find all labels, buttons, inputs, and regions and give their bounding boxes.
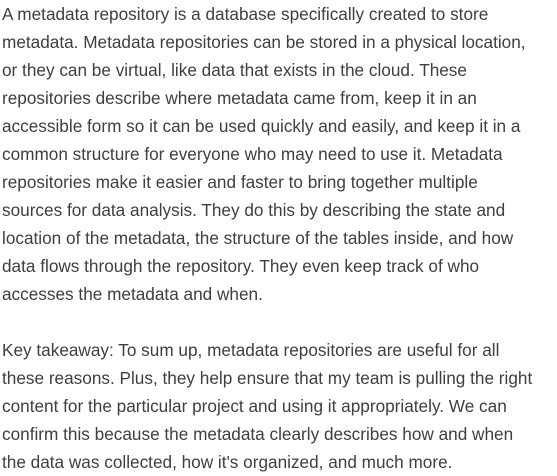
text-line: these reasons. Plus, they help ensure th… xyxy=(2,368,533,388)
text-line: content for the particular project and u… xyxy=(2,396,507,416)
text-line: Key takeaway: To sum up, metadata reposi… xyxy=(2,340,500,360)
text-line: the data was collected, how it's organiz… xyxy=(2,452,453,472)
text-line: repositories make it easier and faster t… xyxy=(2,172,478,192)
text-line: repositories describe where metadata cam… xyxy=(2,88,477,108)
document-body: A metadata repository is a database spec… xyxy=(2,0,555,476)
text-line: location of the metadata, the structure … xyxy=(2,228,514,248)
text-line: confirm this because the metadata clearl… xyxy=(2,424,514,444)
text-line: accessible form so it can be used quickl… xyxy=(2,116,521,136)
text-line: or they can be virtual, like data that e… xyxy=(2,60,467,80)
text-line: metadata. Metadata repositories can be s… xyxy=(2,32,526,52)
text-line: common structure for everyone who may ne… xyxy=(2,144,503,164)
text-line: A metadata repository is a database spec… xyxy=(2,4,489,24)
text-line: data flows through the repository. They … xyxy=(2,256,480,276)
paragraph-key-takeaway: Key takeaway: To sum up, metadata reposi… xyxy=(2,336,555,476)
paragraph-metadata-repository: A metadata repository is a database spec… xyxy=(2,0,555,308)
text-line: sources for data analysis. They do this … xyxy=(2,200,506,220)
text-line: accesses the metadata and when. xyxy=(2,284,263,304)
